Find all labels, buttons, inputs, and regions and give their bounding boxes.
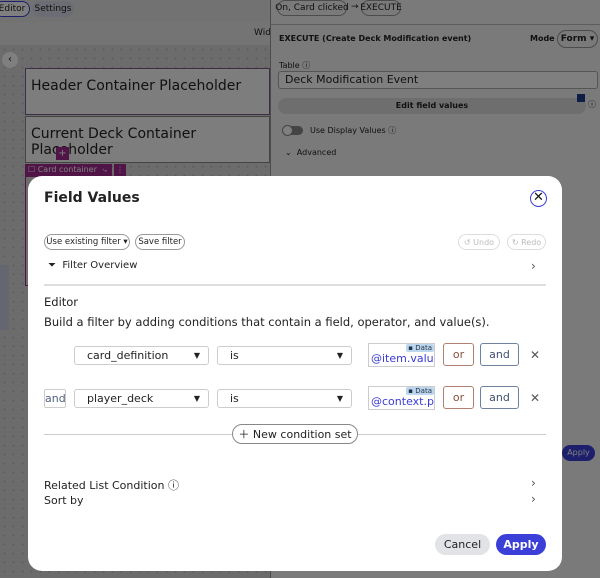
and-button[interactable]: and [480,343,519,366]
chevron-right-icon[interactable]: › [531,492,536,506]
field-values-modal: Field Values ✕ Use existing filter ▾ Sav… [28,176,562,571]
chevron-right-icon[interactable]: › [531,259,536,273]
chevron-right-icon[interactable]: › [531,476,536,490]
badge-label: Data [415,344,432,352]
caret-down-icon: ▼ [336,351,343,360]
field-select[interactable]: card_definition ▼ [74,346,209,365]
plus-icon: ＋ [238,428,250,441]
editor-heading: Editor [44,295,79,309]
connector-label: and [44,389,66,408]
dropdown-label: Use existing filter [46,237,121,247]
caret-down-icon: ▼ [336,394,343,403]
help-icon: ⓘ [168,479,179,492]
or-button[interactable]: or [443,386,474,409]
operator-select[interactable]: is ▼ [217,389,352,408]
field-value: player_deck [87,392,154,405]
value-text: @context.p [371,395,434,408]
editor-description: Build a filter by adding conditions that… [44,315,490,329]
data-pill-badge: ▪ Data [406,387,434,395]
save-filter-button[interactable]: Save filter [135,234,185,250]
button-label: Save filter [138,237,182,247]
field-select[interactable]: player_deck ▼ [74,389,209,408]
redo-button[interactable]: ↻ Redo [507,234,546,250]
operator-value: is [230,392,239,405]
remove-condition-icon[interactable]: ✕ [530,348,540,362]
filter-overview-label: Filter Overview [62,260,138,271]
operator-select[interactable]: is ▼ [217,346,352,365]
modal-title: Field Values [44,190,140,206]
cancel-button[interactable]: Cancel [435,534,490,555]
filter-overview-row[interactable]: ⏷ Filter Overview [48,260,137,271]
data-pill-badge: ▪ Data [406,344,434,352]
use-existing-filter-dropdown[interactable]: Use existing filter ▾ [44,234,130,250]
value-input[interactable]: @item.valu ▪ Data [368,343,435,367]
related-list-condition-row[interactable]: Related List Condition ⓘ [44,477,179,493]
caret-down-icon: ▼ [193,394,200,403]
field-value: card_definition [87,349,169,362]
badge-label: Data [415,387,432,395]
or-button[interactable]: or [443,343,474,366]
value-text: @item.valu [371,352,434,365]
close-icon[interactable]: ✕ [530,190,547,207]
undo-button[interactable]: ↺ Undo [458,234,500,250]
operator-value: is [230,349,239,362]
remove-condition-icon[interactable]: ✕ [530,391,540,405]
related-list-label: Related List Condition [44,479,165,492]
funnel-icon: ⏷ [48,260,56,271]
button-label: Undo [473,237,495,247]
button-label: New condition set [252,427,352,441]
caret-down-icon: ▼ [193,351,200,360]
new-condition-set-button[interactable]: ＋ New condition set [232,424,358,444]
sort-by-row[interactable]: Sort by [44,494,84,507]
button-label: Redo [521,237,542,247]
value-input[interactable]: @context.p ▪ Data [368,386,435,410]
and-button[interactable]: and [480,386,519,409]
apply-button[interactable]: Apply [496,534,546,555]
